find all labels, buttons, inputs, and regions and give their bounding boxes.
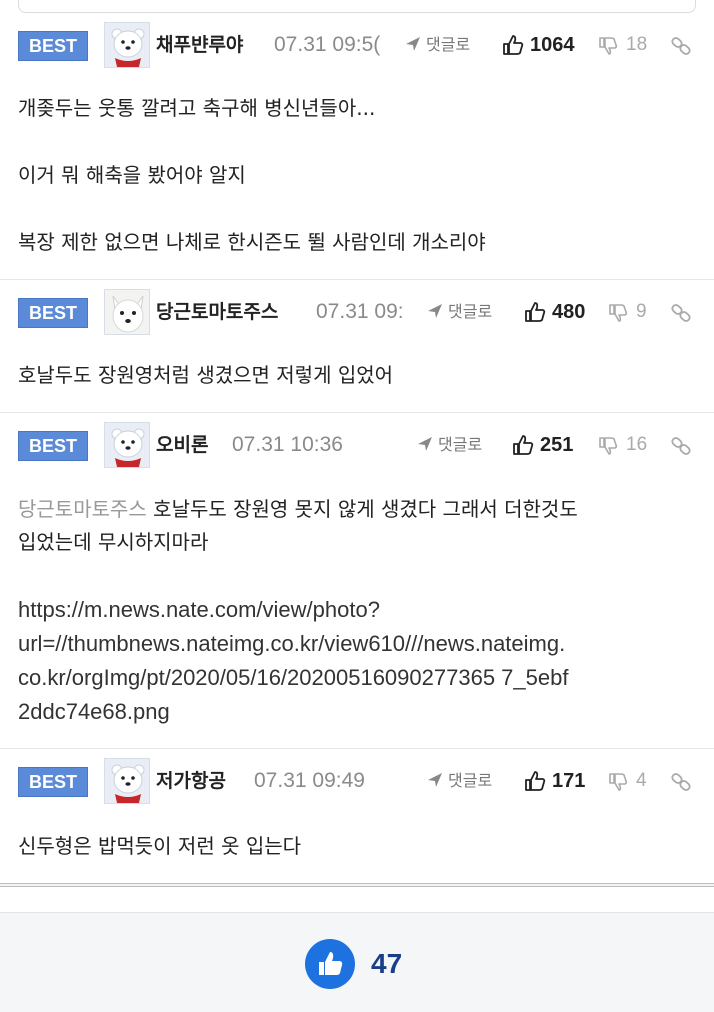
nickname[interactable]: 당근토마토주스	[156, 298, 278, 326]
avatar[interactable]	[104, 758, 150, 804]
reply-button[interactable]: 댓글로	[426, 767, 492, 795]
mention-nickname[interactable]: 당근토마토주스	[18, 497, 147, 521]
reply-button[interactable]: 댓글로	[404, 31, 470, 59]
link-icon[interactable]	[670, 772, 692, 792]
avatar[interactable]	[104, 422, 150, 468]
comment-url-line[interactable]: url=//thumbnews.nateimg.co.kr/view610///…	[18, 628, 700, 659]
like-footer: 47	[0, 912, 714, 1012]
comment-item: BEST 저가항공 07.31 09:49 댓글로 171 4 신두형은 밥먹듯…	[0, 750, 714, 883]
like-count: 171	[552, 770, 586, 792]
comment-text-line: 당근토마토주스 호날두도 장원영 못지 않게 생겼다 그래서 더한것도	[18, 493, 700, 526]
comment-url-line[interactable]: https://m.news.nate.com/view/photo?	[18, 594, 700, 625]
thumbs-down-icon[interactable]	[608, 303, 628, 323]
avatar[interactable]	[104, 22, 150, 68]
reply-arrow-icon	[428, 773, 442, 787]
comment-date: 07.31 09:5(	[274, 33, 381, 56]
thumbs-up-icon[interactable]	[524, 301, 546, 323]
thumbs-down-icon[interactable]	[598, 36, 618, 56]
comment-header: BEST 당근토마토주스 07.31 09: 댓글로 480 9	[18, 281, 700, 337]
comment-header: BEST 저가항공 07.31 09:49 댓글로 171 4	[18, 750, 700, 806]
reply-label: 댓글로	[448, 771, 493, 790]
reply-label: 댓글로	[426, 35, 471, 54]
like-button[interactable]	[305, 939, 355, 989]
reply-arrow-icon	[418, 437, 432, 451]
white-dog-avatar-icon	[105, 290, 149, 334]
comment-date: 07.31 10:36	[232, 433, 343, 456]
thumbs-up-icon[interactable]	[512, 434, 534, 456]
dislike-count: 16	[626, 434, 648, 455]
nickname[interactable]: 오비론	[156, 431, 208, 459]
comment-header: BEST 채푸뱐루야 07.31 09:5( 댓글로 1064 18	[18, 14, 700, 70]
previous-comment-card-edge	[18, 0, 696, 13]
reply-label: 댓글로	[448, 302, 493, 321]
comment-date: 07.31 09:	[316, 300, 404, 323]
reply-arrow-icon	[406, 37, 420, 51]
dislike-count: 9	[636, 301, 647, 322]
comment-item: BEST 당근토마토주스 07.31 09: 댓글로 480 9 호날두도 장원…	[0, 281, 714, 413]
reply-button[interactable]: 댓글로	[416, 431, 482, 459]
nickname[interactable]: 채푸뱐루야	[156, 31, 243, 59]
like-count: 1064	[530, 34, 575, 56]
nickname[interactable]: 저가항공	[156, 767, 226, 795]
reply-label: 댓글로	[438, 435, 483, 454]
comment-text-line: 이거 뭐 해축을 봤어야 알지	[18, 163, 246, 187]
thumbs-up-icon[interactable]	[524, 770, 546, 792]
dislike-count: 4	[636, 770, 647, 791]
polar-bear-avatar-icon	[105, 23, 149, 67]
comment-text: 호날두도 장원영 못지 않게 생겼다 그래서 더한것도	[153, 497, 578, 521]
comment-text-line: 신두형은 밥먹듯이 저런 옷 입는다	[18, 834, 302, 858]
comment-text-line: 호날두도 장원영처럼 생겼으면 저렇게 입었어	[18, 363, 394, 387]
comment-url-line[interactable]: co.kr/orgImg/pt/2020/05/16/2020051609027…	[18, 662, 700, 693]
thumbs-up-icon[interactable]	[502, 34, 524, 56]
comment-url-line[interactable]: 2ddc74e68.png	[18, 696, 700, 727]
comment-item: BEST 채푸뱐루야 07.31 09:5( 댓글로 1064 18 개좆두는 …	[0, 14, 714, 280]
best-badge: BEST	[18, 31, 88, 61]
polar-bear-avatar-icon	[105, 423, 149, 467]
thumbs-down-icon[interactable]	[598, 436, 618, 456]
thumbs-up-icon	[319, 952, 343, 975]
reply-button[interactable]: 댓글로	[426, 298, 492, 326]
like-total-count: 47	[371, 948, 403, 979]
best-badge: BEST	[18, 431, 88, 461]
link-icon[interactable]	[670, 36, 692, 56]
thumbs-down-icon[interactable]	[608, 772, 628, 792]
avatar[interactable]	[104, 289, 150, 335]
like-count: 251	[540, 434, 574, 456]
best-badge: BEST	[18, 298, 88, 328]
comment-item: BEST 오비론 07.31 10:36 댓글로 251 16 당근토마토주스 …	[0, 414, 714, 749]
comment-text-line: 입었는데 무시하지마라	[18, 530, 209, 554]
link-icon[interactable]	[670, 436, 692, 456]
list-end-divider	[0, 883, 714, 887]
comment-text-line: 복장 제한 없으면 나체로 한시즌도 뛸 사람인데 개소리야	[18, 230, 486, 254]
link-icon[interactable]	[670, 303, 692, 323]
like-count: 480	[552, 301, 586, 323]
best-badge: BEST	[18, 767, 88, 797]
dislike-count: 18	[626, 34, 648, 55]
reply-arrow-icon	[428, 304, 442, 318]
polar-bear-avatar-icon	[105, 759, 149, 803]
comment-date: 07.31 09:49	[254, 769, 365, 792]
comment-header: BEST 오비론 07.31 10:36 댓글로 251 16	[18, 414, 700, 470]
comment-text-line: 개좆두는 웃통 깔려고 축구해 병신년들아...	[18, 96, 376, 120]
